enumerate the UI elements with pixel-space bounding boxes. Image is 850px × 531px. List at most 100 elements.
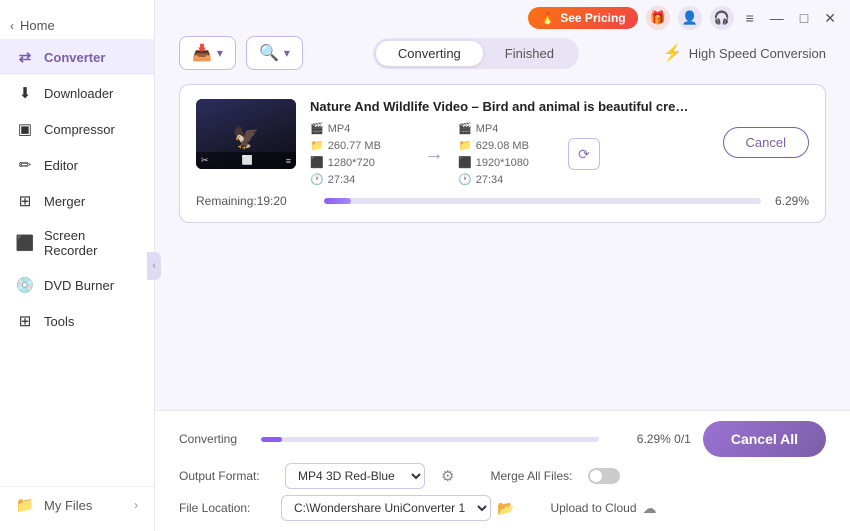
support-button[interactable]: 🎧 [710, 6, 734, 30]
output-format-group: Output Format: MP4 3D Red-Blue ⚙ [179, 463, 454, 489]
topbar: 🔥 See Pricing 🎁 👤 🎧 ≡ — □ ✕ [518, 0, 850, 36]
see-pricing-label: See Pricing [560, 11, 625, 25]
close-button[interactable]: ✕ [820, 8, 840, 29]
dst-resolution: 1920*1080 [476, 157, 529, 169]
bottom-bar: Converting 6.29% 0/1 Cancel All Output F… [155, 410, 850, 531]
minimize-button[interactable]: — [766, 8, 788, 28]
options-row: Output Format: MP4 3D Red-Blue ⚙ Merge A… [179, 463, 826, 489]
thumb-crop-icon: ⬜ [242, 155, 253, 166]
tab-converting[interactable]: Converting [376, 41, 483, 66]
dst-resolution-icon: ⬛ [458, 156, 472, 169]
file-thumbnail: 🦅 ✂ ⬜ ≡ [196, 99, 296, 169]
sidebar-item-compressor[interactable]: ▣ Compressor [0, 111, 154, 147]
file-location-select[interactable]: C:\Wondershare UniConverter 1 [281, 495, 491, 521]
tab-finished[interactable]: Finished [483, 41, 576, 66]
dst-format-row: 🎬 MP4 [458, 122, 558, 135]
main-area: 🔥 See Pricing 🎁 👤 🎧 ≡ — □ ✕ 📥 ▾ 🔍 ▾ [155, 0, 850, 531]
converting-label: Converting [179, 432, 249, 446]
dst-file-icon: 🎬 [458, 122, 472, 135]
file-location-label: File Location: [179, 501, 269, 515]
progress-percent: 6.29% [769, 194, 809, 208]
sidebar-item-label: Downloader [44, 86, 113, 101]
high-speed-conversion[interactable]: ⚡ High Speed Conversion [663, 43, 826, 63]
sidebar-item-my-files[interactable]: 📁 My Files › [0, 487, 154, 523]
cancel-all-button[interactable]: Cancel All [703, 421, 826, 457]
output-format-settings-icon[interactable]: ⚙ [441, 467, 454, 485]
thumbnail-bird-icon: 🦅 [232, 125, 259, 151]
file-location-group: C:\Wondershare UniConverter 1 📂 [281, 495, 514, 521]
sidebar-item-screen-recorder[interactable]: ⬛ Screen Recorder [0, 219, 154, 267]
dvd-burner-icon: 💿 [16, 276, 34, 294]
overall-progress-row: Converting 6.29% 0/1 Cancel All [179, 421, 826, 457]
cancel-button[interactable]: Cancel [723, 127, 809, 158]
output-format-label: Output Format: [179, 469, 269, 483]
gift-button[interactable]: 🎁 [646, 6, 670, 30]
sidebar-collapse-button[interactable]: ‹ [147, 252, 161, 280]
high-speed-label: High Speed Conversion [689, 46, 826, 61]
add-folder-icon: 🔍 [259, 43, 279, 63]
user-button[interactable]: 👤 [678, 6, 702, 30]
dst-size: 629.08 MB [476, 140, 529, 152]
file-meta: 🎬 MP4 📁 260.77 MB ⬛ 1280*720 [310, 122, 709, 186]
dest-meta: 🎬 MP4 📁 629.08 MB ⬛ 1920*1080 [458, 122, 558, 186]
src-duration: 27:34 [328, 174, 356, 186]
merge-files-label: Merge All Files: [490, 469, 572, 483]
src-format-row: 🎬 MP4 [310, 122, 410, 135]
resolution-icon: ⬛ [310, 156, 324, 169]
dst-folder-icon: 📁 [458, 139, 472, 152]
sidebar-home[interactable]: ‹ Home [0, 8, 154, 39]
menu-button[interactable]: ≡ [742, 8, 758, 28]
upload-cloud-group: Upload to Cloud ☁ [550, 500, 656, 517]
my-files-arrow-icon: › [134, 498, 138, 512]
flame-icon: 🔥 [540, 11, 555, 25]
sidebar-item-label: My Files [44, 498, 92, 513]
src-resolution-row: ⬛ 1280*720 [310, 156, 410, 169]
file-title: Nature And Wildlife Video – Bird and ani… [310, 99, 690, 114]
tab-switcher: Converting Finished [373, 38, 579, 69]
file-info: Nature And Wildlife Video – Bird and ani… [310, 99, 709, 186]
sidebar: ‹ Home ⇄ Converter ⬇ Downloader ▣ Compre… [0, 0, 155, 531]
clock-icon: 🕐 [310, 173, 324, 186]
screen-recorder-icon: ⬛ [16, 234, 34, 252]
sidebar-item-label: Editor [44, 158, 78, 173]
dst-resolution-row: ⬛ 1920*1080 [458, 156, 558, 169]
sidebar-item-merger[interactable]: ⊞ Merger [0, 183, 154, 219]
convert-options-icon[interactable]: ⟳ [568, 138, 600, 170]
main-content: 📥 ▾ 🔍 ▾ Converting Finished ⚡ High Speed… [155, 0, 850, 531]
file-card-bottom: Remaining:19:20 6.29% [196, 194, 809, 208]
src-format: MP4 [328, 123, 351, 135]
sidebar-item-dvd-burner[interactable]: 💿 DVD Burner [0, 267, 154, 303]
conversion-arrow-icon: → [410, 143, 458, 166]
maximize-button[interactable]: □ [796, 8, 812, 28]
sidebar-item-converter[interactable]: ⇄ Converter [0, 39, 154, 75]
thumb-cut-icon: ✂ [201, 155, 209, 166]
sidebar-item-label: Tools [44, 314, 74, 329]
bolt-icon: ⚡ [663, 43, 683, 63]
browse-folder-icon[interactable]: 📂 [497, 500, 514, 517]
upload-cloud-label: Upload to Cloud [550, 501, 636, 515]
progress-bar-fill [324, 198, 351, 204]
overall-progress-track [261, 437, 599, 442]
back-arrow-icon: ‹ [10, 19, 14, 33]
dst-format: MP4 [476, 123, 499, 135]
src-duration-row: 🕐 27:34 [310, 173, 410, 186]
source-meta: 🎬 MP4 📁 260.77 MB ⬛ 1280*720 [310, 122, 410, 186]
see-pricing-button[interactable]: 🔥 See Pricing [528, 7, 637, 29]
downloader-icon: ⬇ [16, 84, 34, 102]
src-size-row: 📁 260.77 MB [310, 139, 410, 152]
content-area: 📥 ▾ 🔍 ▾ Converting Finished ⚡ High Speed… [155, 0, 850, 410]
sidebar-item-label: DVD Burner [44, 278, 114, 293]
merge-files-group: Merge All Files: [490, 468, 620, 484]
add-files-button[interactable]: 📥 ▾ [179, 36, 236, 70]
home-label: Home [20, 18, 55, 33]
add-folder-button[interactable]: 🔍 ▾ [246, 36, 303, 70]
sidebar-item-tools[interactable]: ⊞ Tools [0, 303, 154, 339]
output-format-select[interactable]: MP4 3D Red-Blue [285, 463, 425, 489]
sidebar-item-editor[interactable]: ✏ Editor [0, 147, 154, 183]
add-folder-label: ▾ [284, 46, 290, 60]
sidebar-item-downloader[interactable]: ⬇ Downloader [0, 75, 154, 111]
upload-cloud-icon[interactable]: ☁ [643, 500, 657, 517]
file-card: 🦅 ✂ ⬜ ≡ Nature And Wildlife Video – Bird… [179, 84, 826, 223]
file-location-row: File Location: C:\Wondershare UniConvert… [179, 495, 826, 521]
merge-files-toggle[interactable] [588, 468, 620, 484]
